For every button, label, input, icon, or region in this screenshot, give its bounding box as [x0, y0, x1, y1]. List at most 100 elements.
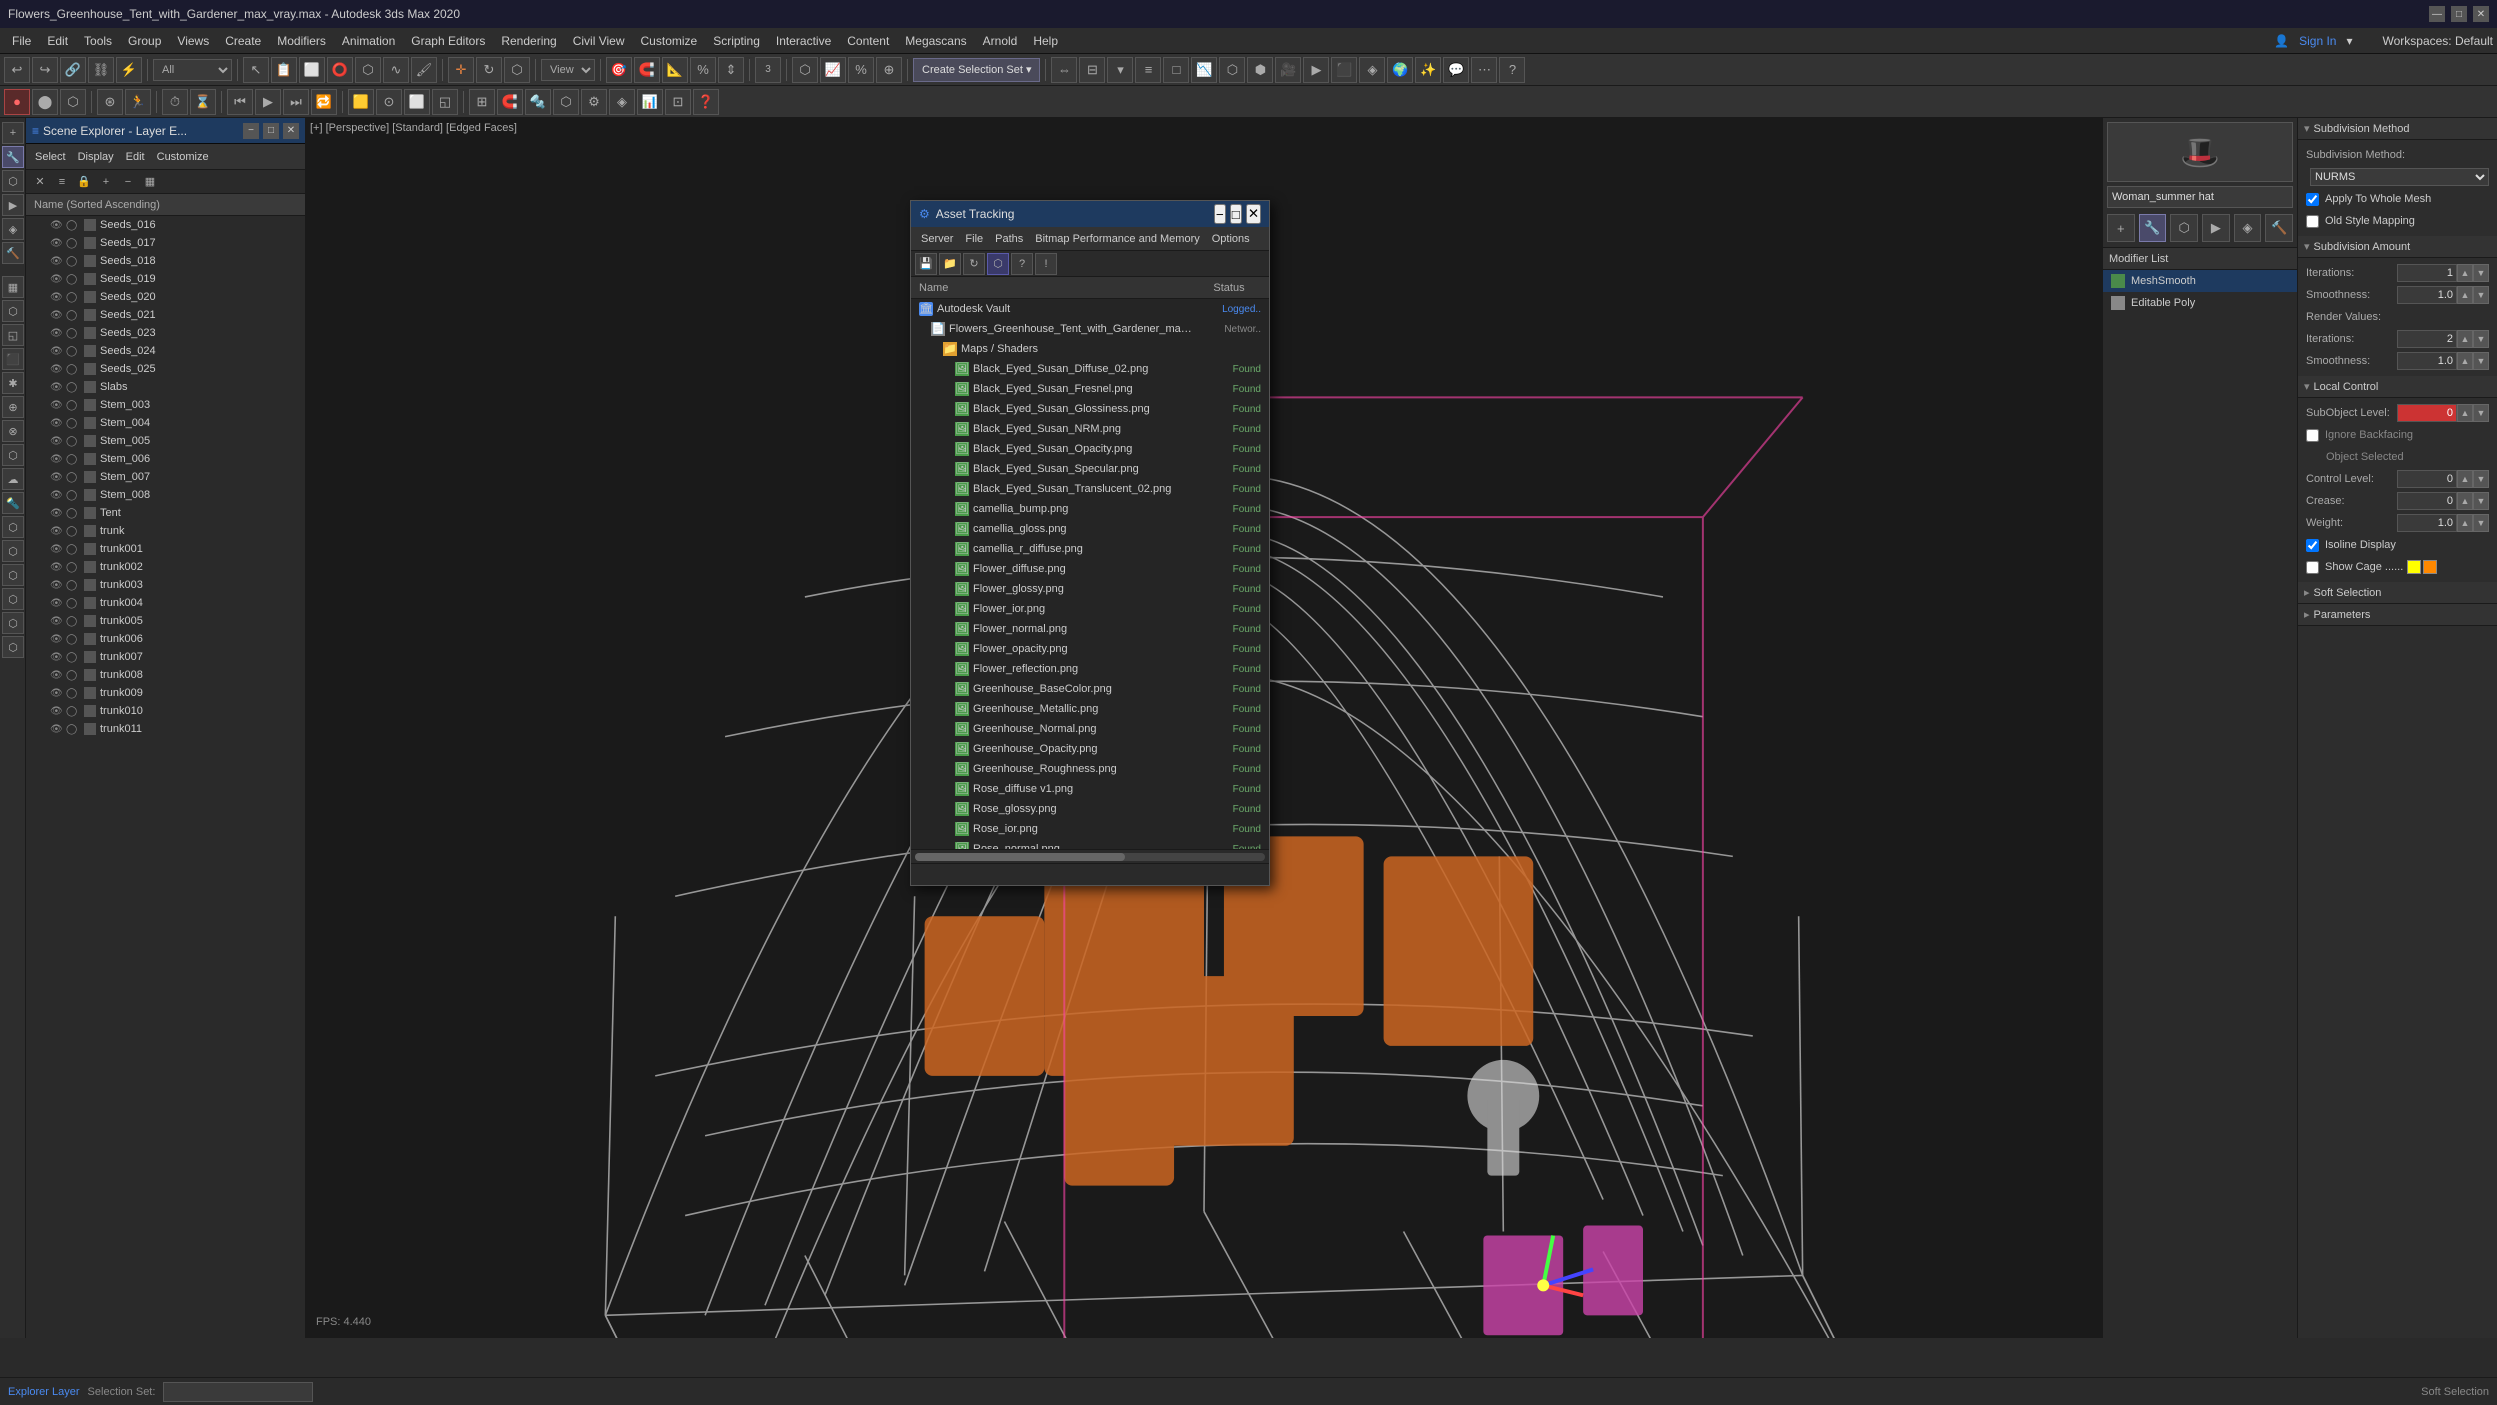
- angle-snap-button[interactable]: 📐: [662, 57, 688, 83]
- at-menu-bitmap-perf[interactable]: Bitmap Performance and Memory: [1029, 233, 1205, 245]
- selection-set-input[interactable]: [163, 1382, 313, 1402]
- circle-select-button[interactable]: ⭕: [327, 57, 353, 83]
- char-animation[interactable]: ⊛: [97, 89, 123, 115]
- motion-icon[interactable]: ▶: [2, 194, 24, 216]
- rect-select-button[interactable]: ⬜: [299, 57, 325, 83]
- subobj-down[interactable]: ▼: [2473, 404, 2489, 422]
- at-row-14[interactable]: 🖼 Flower_glossy.png Found: [911, 579, 1269, 599]
- at-menu-server[interactable]: Server: [915, 233, 959, 245]
- curve-editor-2[interactable]: 📉: [1191, 57, 1217, 83]
- help-button[interactable]: ?: [1499, 57, 1525, 83]
- tree-item-trunk008[interactable]: 👁 ◯ trunk008: [26, 666, 305, 684]
- scene-explorer-tree[interactable]: 👁 ◯ Seeds_016 👁 ◯ Seeds_017 👁 ◯ Seeds_01…: [26, 216, 305, 1338]
- at-row-18[interactable]: 🖼 Flower_reflection.png Found: [911, 659, 1269, 679]
- at-scrollbar[interactable]: [911, 849, 1269, 863]
- tree-item-stem_006[interactable]: 👁 ◯ Stem_006: [26, 450, 305, 468]
- render-frame[interactable]: ▶: [1303, 57, 1329, 83]
- tree-item-seeds_017[interactable]: 👁 ◯ Seeds_017: [26, 234, 305, 252]
- sidebar-toggle-3[interactable]: ◱: [2, 324, 24, 346]
- axis-constraint[interactable]: 🔩: [525, 89, 551, 115]
- percent-snap-button[interactable]: %: [690, 57, 716, 83]
- object-name-input[interactable]: [2107, 186, 2293, 208]
- at-row-21[interactable]: 🖼 Greenhouse_Normal.png Found: [911, 719, 1269, 739]
- at-row-1[interactable]: 📄 Flowers_Greenhouse_Tent_with_Gardener_…: [911, 319, 1269, 339]
- smoothness-down[interactable]: ▼: [2473, 286, 2489, 304]
- modifier-item-editable-poly[interactable]: Editable Poly: [2103, 292, 2297, 314]
- stats-toggle[interactable]: 📊: [637, 89, 663, 115]
- tree-item-seeds_023[interactable]: 👁 ◯ Seeds_023: [26, 324, 305, 342]
- object-properties[interactable]: □: [1163, 57, 1189, 83]
- smoothness-up[interactable]: ▲: [2457, 286, 2473, 304]
- minimize-button[interactable]: —: [2429, 6, 2445, 22]
- at-row-4[interactable]: 🖼 Black_Eyed_Susan_Fresnel.png Found: [911, 379, 1269, 399]
- grids-button[interactable]: ⊞: [469, 89, 495, 115]
- at-row-6[interactable]: 🖼 Black_Eyed_Susan_NRM.png Found: [911, 419, 1269, 439]
- tree-item-trunk005[interactable]: 👁 ◯ trunk005: [26, 612, 305, 630]
- motion-panel-icon[interactable]: ▶: [2202, 214, 2230, 242]
- menu-rendering[interactable]: Rendering: [493, 32, 564, 50]
- toggle-limits[interactable]: ⌛: [190, 89, 216, 115]
- at-refresh-button[interactable]: ↻: [963, 253, 985, 275]
- at-browse-button[interactable]: 📁: [939, 253, 961, 275]
- sidebar-toggle-2[interactable]: ⬡: [2, 300, 24, 322]
- render-smoothness-up[interactable]: ▲: [2457, 352, 2473, 370]
- active-shade[interactable]: ◈: [1359, 57, 1385, 83]
- render-smoothness-down[interactable]: ▼: [2473, 352, 2489, 370]
- se-close-btn[interactable]: ✕: [30, 172, 50, 192]
- at-row-24[interactable]: 🖼 Rose_diffuse v1.png Found: [911, 779, 1269, 799]
- at-row-9[interactable]: 🖼 Black_Eyed_Susan_Translucent_02.png Fo…: [911, 479, 1269, 499]
- crease-up[interactable]: ▲: [2457, 492, 2473, 510]
- local-control-header[interactable]: ▾ Local Control: [2298, 376, 2497, 398]
- at-row-10[interactable]: 🖼 camellia_bump.png Found: [911, 499, 1269, 519]
- menu-file[interactable]: File: [4, 32, 39, 50]
- tree-item-trunk006[interactable]: 👁 ◯ trunk006: [26, 630, 305, 648]
- render-region[interactable]: ⬛: [1331, 57, 1357, 83]
- sidebar-toggle-7[interactable]: ⊗: [2, 420, 24, 442]
- iterations-up[interactable]: ▲: [2457, 264, 2473, 282]
- sidebar-toggle-13[interactable]: ⬡: [2, 564, 24, 586]
- tree-item-trunk002[interactable]: 👁 ◯ trunk002: [26, 558, 305, 576]
- display-panel-icon[interactable]: ◈: [2234, 214, 2262, 242]
- at-question-button[interactable]: !: [1035, 253, 1057, 275]
- select-by-name-button[interactable]: 📋: [271, 57, 297, 83]
- menu-group[interactable]: Group: [120, 32, 169, 50]
- menu-animation[interactable]: Animation: [334, 32, 403, 50]
- tree-item-seeds_025[interactable]: 👁 ◯ Seeds_025: [26, 360, 305, 378]
- mirror-button[interactable]: ⇔: [1051, 57, 1077, 83]
- redo-button[interactable]: ↪: [32, 57, 58, 83]
- at-row-22[interactable]: 🖼 Greenhouse_Opacity.png Found: [911, 739, 1269, 759]
- subdiv-method-dropdown[interactable]: NURMS Classic Quads: [2310, 168, 2489, 186]
- effects[interactable]: ✨: [1415, 57, 1441, 83]
- show-cage-checkbox[interactable]: [2306, 561, 2319, 574]
- at-row-5[interactable]: 🖼 Black_Eyed_Susan_Glossiness.png Found: [911, 399, 1269, 419]
- at-vault-button[interactable]: ⬡: [987, 253, 1009, 275]
- coord-sys-button[interactable]: 🎯: [606, 57, 632, 83]
- render-iterations-down[interactable]: ▼: [2473, 330, 2489, 348]
- sidebar-toggle-6[interactable]: ⊕: [2, 396, 24, 418]
- se-menu-edit[interactable]: Edit: [121, 151, 150, 163]
- se-layer-icon[interactable]: ≡: [52, 172, 72, 192]
- menu-tools[interactable]: Tools: [76, 32, 120, 50]
- at-row-2[interactable]: 📁 Maps / Shaders: [911, 339, 1269, 359]
- select-rotate-button[interactable]: ↻: [476, 57, 502, 83]
- tree-item-trunk010[interactable]: 👁 ◯ trunk010: [26, 702, 305, 720]
- subobj-up[interactable]: ▲: [2457, 404, 2473, 422]
- control-level-down[interactable]: ▼: [2473, 470, 2489, 488]
- modifier-list[interactable]: MeshSmooth Editable Poly: [2103, 270, 2297, 1338]
- isoline-display-checkbox[interactable]: [2306, 539, 2319, 552]
- tree-item-stem_004[interactable]: 👁 ◯ Stem_004: [26, 414, 305, 432]
- weight-up[interactable]: ▲: [2457, 514, 2473, 532]
- se-lock-icon[interactable]: 🔒: [74, 172, 94, 192]
- menu-customize[interactable]: Customize: [633, 32, 706, 50]
- at-row-15[interactable]: 🖼 Flower_ior.png Found: [911, 599, 1269, 619]
- render-iterations-input[interactable]: [2397, 330, 2457, 348]
- sidebar-toggle-16[interactable]: ⬡: [2, 636, 24, 658]
- at-row-13[interactable]: 🖼 Flower_diffuse.png Found: [911, 559, 1269, 579]
- old-style-mapping-checkbox[interactable]: [2306, 215, 2319, 228]
- select-object-button[interactable]: ↖: [243, 57, 269, 83]
- tree-item-trunk003[interactable]: 👁 ◯ trunk003: [26, 576, 305, 594]
- apply-whole-mesh-checkbox[interactable]: [2306, 193, 2319, 206]
- paint-select-button[interactable]: 🖌: [411, 57, 437, 83]
- at-scrollbar-track[interactable]: [915, 853, 1265, 861]
- at-row-23[interactable]: 🖼 Greenhouse_Roughness.png Found: [911, 759, 1269, 779]
